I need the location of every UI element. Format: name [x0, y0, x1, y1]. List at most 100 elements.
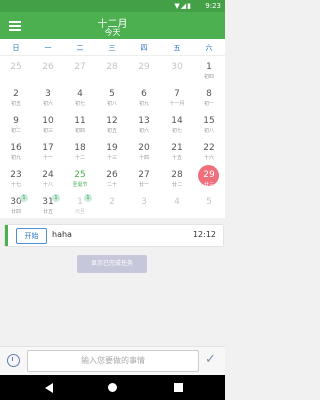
lunar-label: 初二 — [10, 128, 21, 134]
today-button[interactable]: 今天 — [0, 27, 225, 38]
task-time: 12:12 — [192, 230, 216, 239]
calendar-day[interactable]: 12 初五 — [96, 110, 128, 137]
lunar-label: 十八 — [42, 182, 53, 188]
calendar-day[interactable]: 24 十八 — [32, 164, 64, 191]
alarm-clock-icon[interactable] — [7, 354, 20, 367]
show-completed-button[interactable]: 显示已完成任务 — [77, 255, 147, 273]
calendar-day[interactable]: 28 — [96, 56, 128, 83]
calendar-day[interactable]: 3 — [128, 191, 160, 218]
lunar-label: 二十 — [106, 182, 117, 188]
calendar-day[interactable]: 4 初七 — [64, 83, 96, 110]
task-item[interactable]: 开始 haha 12:12 — [5, 225, 223, 246]
lunar-label: 廿一 — [138, 182, 149, 188]
calendar-day[interactable]: 21 十五 — [161, 137, 193, 164]
calendar-day[interactable]: 2 初五 — [0, 83, 32, 110]
back-icon[interactable] — [45, 383, 53, 393]
home-icon[interactable] — [108, 383, 117, 392]
calendar-day[interactable]: 29 — [128, 56, 160, 83]
calendar-day[interactable]: 9 初二 — [0, 110, 32, 137]
task-count-badge: 1 — [20, 194, 28, 202]
day-number: 8 — [206, 89, 212, 99]
lunar-label: 廿三 — [203, 182, 214, 188]
checkmark-icon[interactable]: ✓ — [205, 352, 216, 367]
calendar-day[interactable]: 26 二十 — [96, 164, 128, 191]
calendar-day[interactable]: 29 廿三 — [193, 164, 225, 191]
day-number: 17 — [42, 143, 54, 153]
calendar-day[interactable]: 7 十一月 — [161, 83, 193, 110]
weekday-label: 五 — [173, 44, 181, 52]
calendar-day[interactable]: 28 廿二 — [161, 164, 193, 191]
day-number: 6 — [141, 89, 147, 99]
calendar-day[interactable]: 11 初四 — [64, 110, 96, 137]
lunar-label: 廿四 — [10, 209, 21, 215]
day-number: 12 — [106, 116, 118, 126]
calendar-day[interactable]: 20 十四 — [128, 137, 160, 164]
calendar-day[interactable]: 19 十三 — [96, 137, 128, 164]
day-number: 26 — [42, 62, 54, 72]
calendar-day[interactable]: 27 — [64, 56, 96, 83]
weekday-label: 一 — [44, 44, 52, 52]
lunar-label: 初五 — [10, 101, 21, 107]
lunar-label: 初六 — [42, 101, 53, 107]
calendar-day[interactable]: 5 — [193, 191, 225, 218]
lunar-label: 十五 — [171, 155, 182, 161]
calendar-day[interactable]: 27 廿一 — [128, 164, 160, 191]
calendar-day[interactable]: 17 十一 — [32, 137, 64, 164]
calendar-day[interactable]: 22 十六 — [193, 137, 225, 164]
lunar-label: 初一 — [203, 101, 214, 107]
lunar-label: 初五 — [106, 128, 117, 134]
calendar-day[interactable]: 13 初六 — [128, 110, 160, 137]
calendar-day[interactable]: 30 廿四 1 — [0, 191, 32, 218]
lunar-label: 十一月 — [169, 101, 185, 107]
task-input[interactable]: 输入您要做的事情 — [27, 350, 199, 372]
weekday-label: 六 — [205, 44, 213, 52]
day-number: 22 — [203, 143, 215, 153]
calendar-day[interactable]: 25 — [0, 56, 32, 83]
calendar-day[interactable]: 25 圣诞节 — [64, 164, 96, 191]
calendar-grid: 25 26 27 28 29 30 1 初四 2 初五 3 初六 4 初七 5 初八 6 初九 7 十一月 8 初一 9 初二… — [0, 56, 225, 218]
day-number: 18 — [74, 143, 86, 153]
lunar-label: 初七 — [171, 128, 182, 134]
day-number: 4 — [174, 197, 180, 207]
calendar-day[interactable]: 18 十二 — [64, 137, 96, 164]
calendar-day[interactable]: 10 初三 — [32, 110, 64, 137]
calendar-day[interactable]: 23 十七 — [0, 164, 32, 191]
lunar-label: 十七 — [10, 182, 21, 188]
recent-apps-icon[interactable] — [174, 383, 183, 392]
input-bar: 输入您要做的事情 ✓ — [0, 346, 225, 375]
calendar-day[interactable]: 3 初六 — [32, 83, 64, 110]
calendar-day[interactable]: 1 初四 — [193, 56, 225, 83]
calendar-day[interactable]: 15 初八 — [193, 110, 225, 137]
calendar-day[interactable]: 5 初八 — [96, 83, 128, 110]
calendar-day[interactable]: 31 廿五 1 — [32, 191, 64, 218]
status-time: 9:23 — [205, 2, 221, 10]
lunar-label: 初四 — [74, 128, 85, 134]
weekday-header: 日一二三四五六 — [0, 39, 225, 56]
status-bar: ▼◢▮ 9:23 — [0, 0, 225, 12]
calendar-day[interactable]: 16 初九 — [0, 137, 32, 164]
day-number: 11 — [74, 116, 86, 126]
day-number: 28 — [106, 62, 118, 72]
day-number: 29 — [203, 170, 215, 180]
day-number: 2 — [13, 89, 19, 99]
lunar-label: 圣诞节 — [72, 182, 88, 188]
calendar-day[interactable]: 30 — [161, 56, 193, 83]
lunar-label: 元旦 — [74, 209, 85, 215]
day-number: 5 — [109, 89, 115, 99]
calendar-day[interactable]: 4 — [161, 191, 193, 218]
day-number: 15 — [203, 116, 215, 126]
lunar-label: 初四 — [203, 74, 214, 80]
day-number: 9 — [13, 116, 19, 126]
calendar-day[interactable]: 6 初九 — [128, 83, 160, 110]
calendar-day[interactable]: 8 初一 — [193, 83, 225, 110]
app-bar: 十二月 今天 — [0, 12, 225, 39]
task-count-badge: 1 — [52, 194, 60, 202]
lunar-label: 初三 — [42, 128, 53, 134]
calendar-day[interactable]: 2 — [96, 191, 128, 218]
start-button[interactable]: 开始 — [16, 228, 47, 244]
calendar-day[interactable]: 26 — [32, 56, 64, 83]
day-number: 4 — [77, 89, 83, 99]
calendar-day[interactable]: 14 初七 — [161, 110, 193, 137]
day-number: 2 — [109, 197, 115, 207]
calendar-day[interactable]: 1 元旦 1 — [64, 191, 96, 218]
